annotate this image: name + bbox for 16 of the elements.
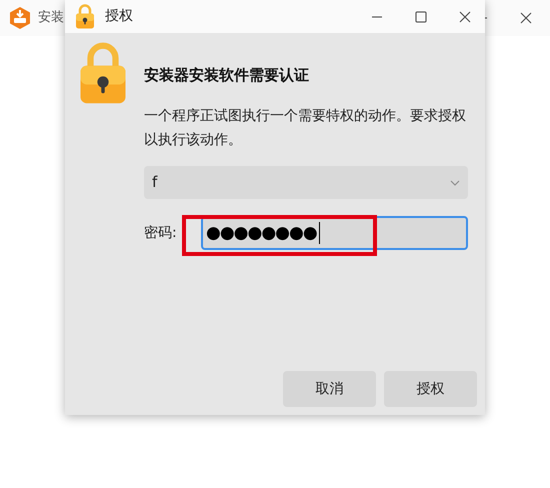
maximize-icon[interactable] [415,10,427,22]
password-label: 密码: [144,224,178,242]
padlock-icon [78,42,128,104]
chevron-down-icon [450,180,460,186]
package-icon [8,6,32,30]
dialog-title: 授权 [105,7,133,26]
dialog-message: 一个程序正试图执行一个需要特权的动作。要求授权以执行该动作。 [144,107,467,150]
window-title: 安装 [38,9,64,28]
close-icon[interactable] [520,12,532,24]
close-icon[interactable] [459,10,471,22]
dialog-heading: 安装器安装软件需要认证 [144,65,310,86]
cancel-button[interactable]: 取消 [283,371,376,407]
user-select[interactable]: f [144,166,468,199]
lock-icon [75,4,95,29]
password-field[interactable]: ●●●●●●●● [201,216,468,250]
authorize-button[interactable]: 授权 [384,371,477,407]
